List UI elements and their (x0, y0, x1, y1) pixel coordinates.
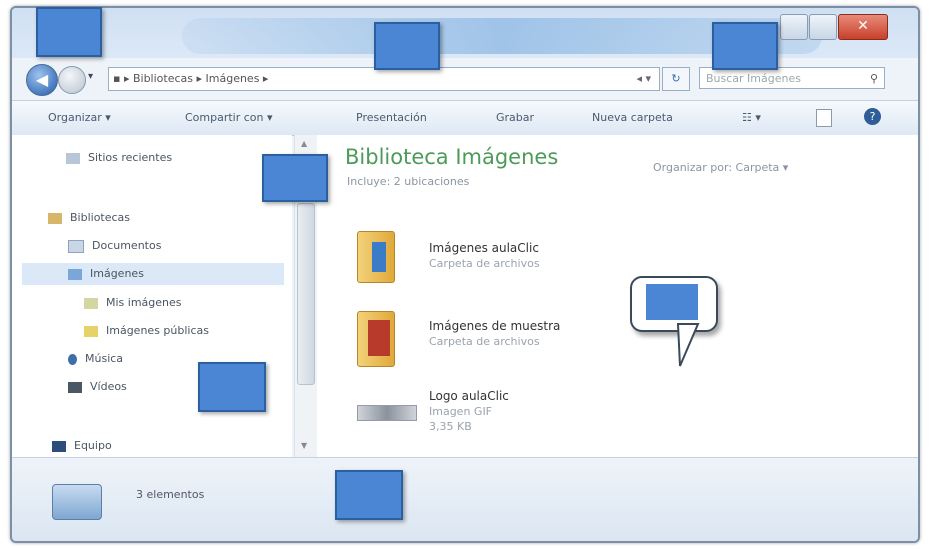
images-icon (68, 268, 82, 280)
folder-preview-image (372, 242, 386, 272)
nav-item-videos[interactable]: Vídeos (68, 380, 127, 393)
view-options-icon[interactable]: ☷ ▾ (742, 111, 761, 124)
library-icon (52, 484, 102, 520)
close-icon: ✕ (857, 18, 869, 34)
new-folder-button[interactable]: Nueva carpeta (592, 111, 673, 124)
maximize-button[interactable] (809, 14, 837, 40)
callout-marker (262, 154, 328, 202)
scroll-up-icon[interactable]: ▲ (301, 139, 307, 148)
minimize-button[interactable] (780, 14, 808, 40)
nav-item-libraries[interactable]: Bibliotecas (48, 211, 130, 224)
folder-preview-image (368, 320, 390, 356)
callout-marker (712, 22, 778, 70)
help-icon[interactable]: ? (864, 108, 881, 125)
callout-marker (646, 284, 698, 320)
computer-icon (52, 440, 66, 452)
music-note-icon (68, 353, 77, 365)
search-input[interactable]: Buscar Imágenes ⚲ (699, 67, 885, 89)
documents-icon (68, 239, 84, 253)
folder-icon (84, 297, 98, 309)
film-icon (68, 381, 82, 393)
close-button[interactable]: ✕ (838, 14, 888, 40)
item-count: 3 elementos (136, 488, 205, 501)
burn-button[interactable]: Grabar (496, 111, 534, 124)
nav-item-music[interactable]: Música (68, 352, 123, 365)
refresh-button[interactable]: ↻ (662, 67, 690, 91)
back-arrow-icon: ◀ (35, 70, 49, 89)
library-locations-link[interactable]: Incluye: 2 ubicaciones (347, 175, 469, 188)
back-button[interactable]: ◀ (26, 64, 58, 96)
folder-icon (84, 325, 98, 337)
file-item-sample-images[interactable]: Imágenes de muestra Carpeta de archivos (429, 319, 560, 348)
nav-item-public-images[interactable]: Imágenes públicas (84, 324, 209, 337)
search-icon: ⚲ (869, 72, 878, 85)
preview-pane-icon[interactable] (816, 109, 832, 127)
speech-bubble-tail (676, 323, 700, 367)
scrollbar-thumb[interactable] (297, 203, 315, 385)
organize-button[interactable]: Organizar ▾ (48, 111, 111, 124)
content-pane: Biblioteca Imágenes Incluye: 2 ubicacion… (317, 135, 918, 457)
nav-item-images[interactable]: Imágenes (22, 263, 284, 285)
share-button[interactable]: Compartir con ▾ (185, 111, 273, 124)
arrange-by-dropdown[interactable]: Organizar por: Carpeta ▾ (653, 161, 788, 174)
search-placeholder: Buscar Imágenes (706, 72, 801, 85)
recent-places-icon (66, 152, 80, 164)
callout-marker (374, 22, 440, 70)
nav-item-computer[interactable]: Equipo (52, 439, 112, 452)
callout-marker (198, 362, 266, 412)
nav-item-my-images[interactable]: Mis imágenes (84, 296, 182, 309)
folder-icon (357, 231, 395, 283)
address-dropdown-icon: ◂ ▾ (636, 72, 651, 85)
details-pane: 3 elementos (12, 457, 918, 541)
recent-pages-icon[interactable]: ▾ (88, 71, 93, 82)
file-item-aulaclic-logo[interactable]: Logo aulaClic Imagen GIF 3,35 KB (429, 389, 509, 433)
explorer-window: ✕ ◀ ▾ ▪ ▸ Bibliotecas ▸ Imágenes ▸ ◂ ▾ ↻… (10, 6, 920, 543)
address-bar[interactable]: ▪ ▸ Bibliotecas ▸ Imágenes ▸ ◂ ▾ (108, 67, 660, 91)
library-title: Biblioteca Imágenes (345, 145, 559, 169)
file-item-aulaclic-images[interactable]: Imágenes aulaClic Carpeta de archivos (429, 241, 540, 270)
forward-button[interactable] (58, 66, 86, 94)
callout-marker (36, 7, 102, 57)
folder-icon (357, 311, 395, 367)
slideshow-button[interactable]: Presentación (356, 111, 427, 124)
nav-item-recent[interactable]: Sitios recientes (66, 151, 172, 164)
command-bar: Organizar ▾ Compartir con ▾ Presentación… (12, 100, 918, 136)
refresh-icon: ↻ (671, 72, 681, 85)
libraries-icon (48, 212, 62, 224)
nav-item-documents[interactable]: Documentos (68, 239, 161, 253)
address-path: ▪ ▸ Bibliotecas ▸ Imágenes ▸ (113, 72, 269, 85)
callout-marker (335, 470, 403, 520)
gif-thumbnail-icon (357, 405, 417, 421)
scroll-down-icon[interactable]: ▼ (301, 441, 307, 450)
